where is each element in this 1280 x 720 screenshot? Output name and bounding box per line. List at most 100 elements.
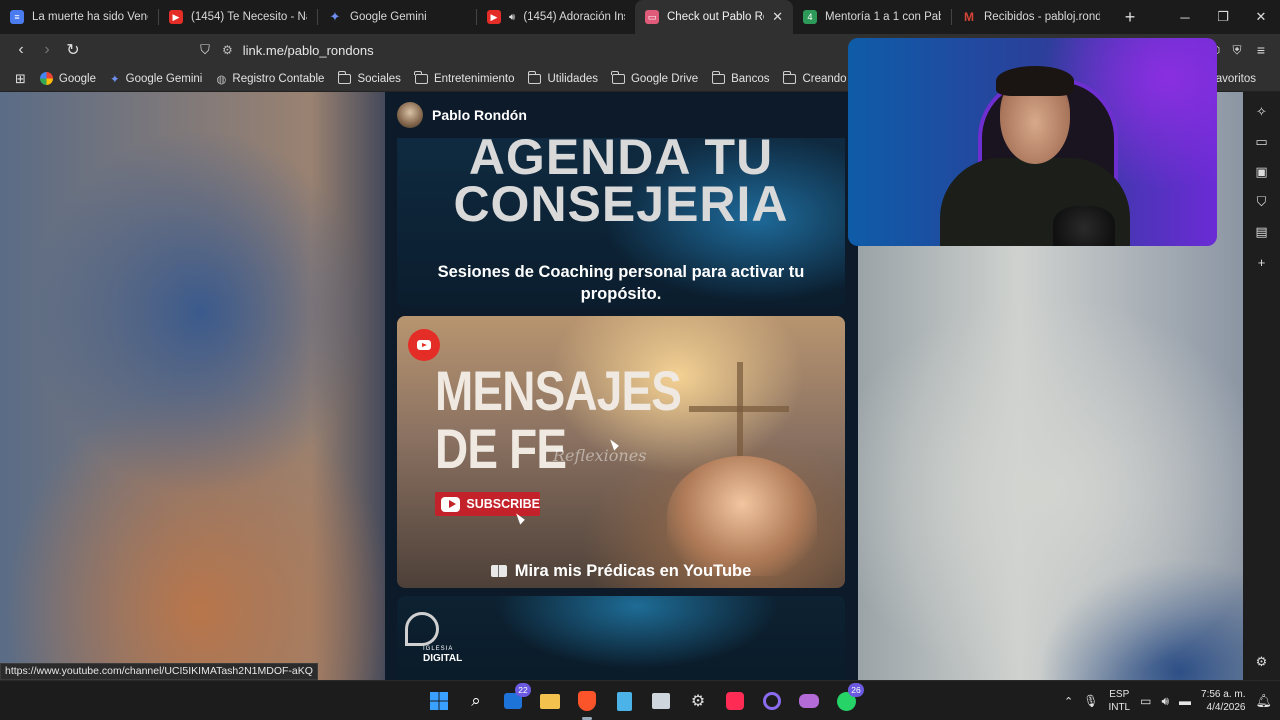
bookmark-folder-sociales[interactable]: Sociales: [331, 68, 407, 90]
wallet-icon[interactable]: ▭: [1254, 134, 1270, 150]
bookmark-page-icon[interactable]: ⛉: [192, 37, 218, 63]
tab-label: (1454) Te Necesito - Nativ: [191, 11, 307, 23]
play-icon: [441, 496, 461, 512]
restore-button[interactable]: ❐: [1204, 0, 1242, 34]
reload-button[interactable]: ↻: [60, 37, 86, 63]
folder-icon: [782, 70, 797, 84]
bookmark-registro[interactable]: ◍ Registro Contable: [209, 68, 331, 90]
apps-grid-icon[interactable]: ⊞: [8, 68, 33, 90]
gear-icon[interactable]: ⚙: [1254, 654, 1270, 670]
tab-linkme-active[interactable]: ▭ Check out Pablo Rond ✕: [635, 0, 793, 34]
close-window-button[interactable]: ✕: [1242, 0, 1280, 34]
close-tab-icon[interactable]: ✕: [772, 9, 783, 25]
address-bar[interactable]: ⚙ link.me/pablo_rondons: [222, 37, 842, 63]
system-tray: ⌃ 🎙︎ ESP INTL ▭ 🔊︎ ▬ 7:56 a. m. 4/4/2026…: [1064, 681, 1272, 720]
browser-sidebar: ✧ ▭ ▣ ⛉ ▤ + ⚙: [1243, 92, 1280, 680]
iglesia-logo-text: IGLESIA DIGITAL: [423, 644, 462, 664]
minimize-button[interactable]: ─: [1166, 0, 1204, 34]
brave-browser-icon[interactable]: [573, 687, 601, 720]
language-indicator[interactable]: ESP INTL: [1108, 688, 1130, 714]
subscribe-graphic: SUBSCRIBE: [435, 492, 540, 516]
card-youtube[interactable]: MENSAJES DE FE Reflexiones SUBSCRIBE Mir…: [397, 316, 845, 588]
add-icon[interactable]: +: [1254, 254, 1270, 270]
speaker-icon[interactable]: 🔊︎: [509, 12, 515, 23]
tab-gmail[interactable]: M Recibidos - pabloj.rondon: [952, 0, 1110, 34]
file-explorer-icon[interactable]: [536, 687, 564, 715]
youtube-icon: ▶: [169, 10, 183, 24]
folder-icon: [711, 70, 726, 84]
url-text: link.me/pablo_rondons: [242, 42, 374, 58]
bookmarks-icon[interactable]: ⛉: [1254, 194, 1270, 210]
bookmark-gemini[interactable]: ✦ Google Gemini: [103, 68, 209, 90]
microphone: [1053, 206, 1115, 246]
bookmark-folder-entretenimiento[interactable]: Entretenimiento: [408, 68, 522, 90]
google-icon: [39, 72, 53, 85]
thumbnail-script: Reflexiones: [553, 446, 647, 465]
search-icon[interactable]: ⌕: [462, 687, 490, 715]
avatar[interactable]: [397, 102, 423, 128]
tab-docs[interactable]: ≡ La muerte ha sido Vencida: [0, 0, 158, 34]
bookmark-label: Utilidades: [547, 72, 598, 85]
game-icon[interactable]: [795, 687, 823, 715]
site-settings-icon[interactable]: ⚙: [222, 43, 233, 57]
praying-hands-image: [667, 456, 817, 576]
clock-date: 4/4/2026: [1206, 702, 1246, 713]
keyboard-layout: INTL: [1108, 702, 1131, 713]
tab-label: Google Gemini: [350, 11, 427, 23]
volume-icon[interactable]: 🔊︎: [1161, 694, 1169, 709]
bookmark-label: Entretenimiento: [433, 72, 515, 85]
obs-icon[interactable]: [758, 687, 786, 715]
outlook-badge: 22: [515, 683, 531, 697]
card-caption: Mira mis Prédicas en YouTube: [397, 562, 845, 581]
whatsapp-badge: 26: [848, 683, 864, 697]
chevron-up-icon[interactable]: ⌃: [1064, 695, 1073, 708]
reading-list-icon[interactable]: ▤: [1254, 224, 1270, 240]
bookmark-google[interactable]: Google: [33, 68, 103, 90]
microphone-icon[interactable]: 🎙︎: [1083, 694, 1098, 708]
webcam-overlay: [848, 38, 1217, 246]
thumbnail-title-line1: MENSAJES: [435, 359, 682, 422]
folder-icon: [611, 70, 625, 84]
forward-button[interactable]: ›: [34, 37, 60, 63]
battery-icon[interactable]: ▬: [1179, 694, 1191, 708]
tab-youtube-2[interactable]: ▶ 🔊︎ (1454) Adoración Instr: [477, 0, 635, 34]
notepad-icon[interactable]: [610, 687, 638, 715]
network-icon[interactable]: ▭: [1140, 694, 1151, 708]
tiktok-icon[interactable]: [721, 687, 749, 715]
folder-icon: [337, 70, 352, 84]
bookmark-folder-bancos[interactable]: Bancos: [705, 68, 776, 90]
notification-bell-icon[interactable]: 🔔︎: [1255, 693, 1272, 709]
gemini-icon: ✦: [110, 73, 120, 86]
new-tab-button[interactable]: +: [1116, 3, 1144, 31]
leo-ai-icon[interactable]: ✧: [1254, 104, 1270, 120]
card-consejeria[interactable]: AGENDA TU CONSEJERIA Sesiones de Coachin…: [397, 138, 845, 308]
card-heading-line2: CONSEJERIA: [453, 176, 789, 232]
bookmark-label: Google Drive: [630, 72, 699, 85]
store-icon[interactable]: [647, 687, 675, 715]
back-button[interactable]: ‹: [8, 37, 34, 63]
tab-label: La muerte ha sido Vencida: [32, 11, 148, 23]
card-iglesia-digital[interactable]: IGLESIA DIGITAL: [397, 596, 845, 680]
bookmark-label: Bancos: [731, 72, 770, 85]
menu-icon[interactable]: ≡: [1248, 37, 1274, 63]
taskbar-apps: ⌕ 22 ⚙ 26: [425, 683, 864, 720]
tab-gemini[interactable]: ✦ Google Gemini: [318, 0, 476, 34]
whatsapp-icon[interactable]: 26: [832, 683, 864, 715]
outlook-icon[interactable]: 22: [499, 683, 531, 715]
person-hair: [996, 66, 1074, 96]
bookmark-label: Google: [58, 72, 96, 85]
youtube-icon: [408, 329, 440, 361]
gemini-icon: ✦: [329, 9, 341, 24]
brave-shield-icon[interactable]: ⛨: [1224, 37, 1250, 63]
tab-youtube-1[interactable]: ▶ (1454) Te Necesito - Nativ: [159, 0, 317, 34]
chatgpt-icon[interactable]: ⚙: [684, 687, 712, 715]
bookmark-folder-utilidades[interactable]: Utilidades: [521, 68, 605, 90]
bookmark-folder-drive[interactable]: Google Drive: [605, 68, 705, 90]
globe-icon: ◍: [216, 73, 227, 86]
clock[interactable]: 7:56 a. m. 4/4/2026: [1201, 688, 1245, 714]
tab-classroom[interactable]: 4 Mentoría 1 a 1 con Pablo I: [793, 0, 951, 34]
windows-start-icon[interactable]: [425, 687, 453, 715]
tab-label: (1454) Adoración Instr: [523, 11, 625, 23]
language-code: ESP: [1109, 689, 1130, 700]
video-icon[interactable]: ▣: [1254, 164, 1270, 180]
